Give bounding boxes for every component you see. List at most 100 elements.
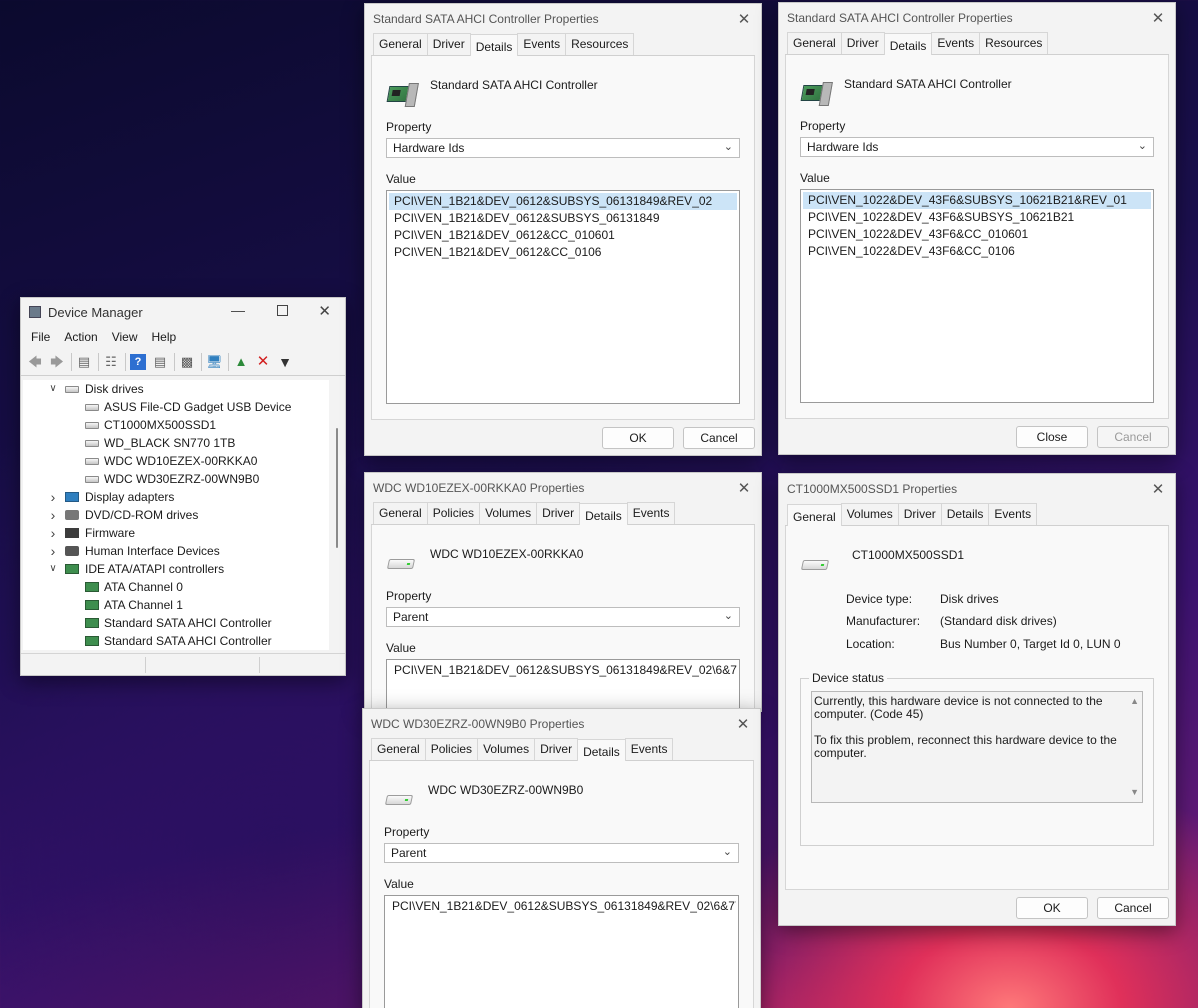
value-item[interactable]: PCI\VEN_1B21&DEV_0612&SUBSYS_06131849 <box>389 210 737 227</box>
properties-icon[interactable]: ☷ <box>103 354 119 370</box>
minimize-icon[interactable]: — <box>231 302 245 318</box>
tab-details[interactable]: Details <box>577 739 626 761</box>
titlebar[interactable]: WDC WD10EZEX-00RKKA0 Properties ✕ <box>365 473 761 503</box>
tree-device[interactable]: WDC WD30EZRZ-00WN9B0 <box>23 470 329 488</box>
tab-general[interactable]: General <box>787 504 842 526</box>
device-status-text[interactable]: Currently, this hardware device is not c… <box>811 691 1143 803</box>
close-icon[interactable]: ✕ <box>737 479 751 497</box>
tree-device[interactable]: CT1000MX500SSD1 <box>23 416 329 434</box>
titlebar[interactable]: Standard SATA AHCI Controller Properties… <box>365 4 761 34</box>
cancel-button[interactable]: Cancel <box>1097 897 1169 919</box>
chevron-down-icon[interactable]: ∨ <box>47 380 59 398</box>
tab-resources[interactable]: Resources <box>979 32 1049 54</box>
ok-button[interactable]: OK <box>1016 897 1088 919</box>
close-icon[interactable]: ✕ <box>1151 9 1165 27</box>
chevron-right-icon[interactable]: › <box>47 488 59 506</box>
menu-file[interactable]: File <box>31 330 50 344</box>
value-list[interactable]: PCI\VEN_1022&DEV_43F6&SUBSYS_10621B21&RE… <box>800 189 1154 403</box>
tab-volumes[interactable]: Volumes <box>840 503 899 525</box>
device-manager-titlebar[interactable]: Device Manager — ✕ <box>21 298 345 326</box>
uninstall-device-icon[interactable]: ✕ <box>255 353 271 370</box>
value-item[interactable]: PCI\VEN_1022&DEV_43F6&CC_0106 <box>803 243 1151 260</box>
action-pane-icon[interactable]: ▤ <box>152 354 168 370</box>
titlebar[interactable]: CT1000MX500SSD1 Properties ✕ <box>779 474 1175 504</box>
value-item[interactable]: PCI\VEN_1022&DEV_43F6&SUBSYS_10621B21&RE… <box>803 192 1151 209</box>
close-icon[interactable]: ✕ <box>318 302 331 320</box>
tab-events[interactable]: Events <box>626 502 676 524</box>
tab-events[interactable]: Events <box>624 738 674 760</box>
device-tree[interactable]: ∨ Disk drives ASUS File-CD Gadget USB Devi… <box>23 380 329 650</box>
tab-driver[interactable]: Driver <box>536 502 581 524</box>
close-icon[interactable]: ✕ <box>736 715 750 733</box>
tab-details[interactable]: Details <box>883 33 933 55</box>
status-scrollbar[interactable]: ▲ ▼ <box>1126 692 1142 802</box>
tree-device[interactable]: ATA Channel 1 <box>23 596 329 614</box>
property-dropdown[interactable]: Hardware Ids ⌄ <box>386 138 740 158</box>
value-item[interactable]: PCI\VEN_1B21&DEV_0612&SUBSYS_06131849&RE… <box>389 193 737 210</box>
tree-device[interactable]: Standard SATA AHCI Controller <box>23 614 329 632</box>
tab-driver[interactable]: Driver <box>897 503 942 525</box>
tree-device[interactable]: WD_BLACK SN770 1TB <box>23 434 329 452</box>
value-list[interactable]: PCI\VEN_1B21&DEV_0612&SUBSYS_06131849&RE… <box>384 895 739 1008</box>
close-icon[interactable]: ✕ <box>737 10 751 28</box>
tree-device[interactable]: ASUS File-CD Gadget USB Device <box>23 398 329 416</box>
tab-general[interactable]: General <box>787 32 842 54</box>
download-icon[interactable]: ▼ <box>277 354 293 370</box>
value-item[interactable]: PCI\VEN_1B21&DEV_0612&SUBSYS_06131849&RE… <box>387 898 736 915</box>
tab-details[interactable]: Details <box>469 34 519 56</box>
menu-view[interactable]: View <box>112 330 138 344</box>
chevron-right-icon[interactable]: › <box>47 524 59 542</box>
close-icon[interactable]: ✕ <box>1151 480 1165 498</box>
tree-category[interactable]: › DVD/CD-ROM drives <box>23 506 329 524</box>
tab-general[interactable]: General <box>371 738 426 760</box>
update-driver-icon[interactable]: ▩ <box>179 354 195 370</box>
tab-details[interactable]: Details <box>579 503 628 525</box>
property-dropdown[interactable]: Hardware Ids ⌄ <box>800 137 1154 157</box>
tree-scrollbar[interactable] <box>331 380 343 650</box>
value-item[interactable]: PCI\VEN_1B21&DEV_0612&CC_010601 <box>389 227 737 244</box>
tree-category[interactable]: ∨ Disk drives <box>23 380 329 398</box>
tab-general[interactable]: General <box>373 33 428 55</box>
scrollbar-thumb[interactable] <box>336 428 338 548</box>
value-item[interactable]: PCI\VEN_1022&DEV_43F6&CC_010601 <box>803 226 1151 243</box>
tab-driver[interactable]: Driver <box>534 738 579 760</box>
property-dropdown[interactable]: Parent ⌄ <box>384 843 739 863</box>
tree-category[interactable]: › Human Interface Devices <box>23 542 329 560</box>
ok-button[interactable]: OK <box>602 427 674 449</box>
tree-device[interactable]: Standard SATA AHCI Controller <box>23 632 329 650</box>
tab-policies[interactable]: Policies <box>426 502 481 524</box>
console-tree-icon[interactable]: ▤ <box>76 354 92 370</box>
titlebar[interactable]: WDC WD30EZRZ-00WN9B0 Properties ✕ <box>363 709 760 739</box>
tree-device[interactable]: WDC WD10EZEX-00RKKA0 <box>23 452 329 470</box>
scroll-up-icon[interactable]: ▲ <box>1130 695 1139 708</box>
menu-action[interactable]: Action <box>64 330 97 344</box>
menu-help[interactable]: Help <box>152 330 177 344</box>
back-arrow-icon[interactable]: 🡄 <box>27 354 43 370</box>
close-button[interactable]: Close <box>1016 426 1088 448</box>
add-driver-icon[interactable]: ▲ <box>233 354 249 370</box>
tab-resources[interactable]: Resources <box>565 33 635 55</box>
value-item[interactable]: PCI\VEN_1022&DEV_43F6&SUBSYS_10621B21 <box>803 209 1151 226</box>
tree-category[interactable]: › Firmware <box>23 524 329 542</box>
scan-hardware-icon[interactable]: 🖥 <box>206 354 223 370</box>
value-item[interactable]: PCI\VEN_1B21&DEV_0612&CC_0106 <box>389 244 737 261</box>
tab-events[interactable]: Events <box>988 503 1038 525</box>
help-icon[interactable]: ? <box>130 353 146 370</box>
tab-volumes[interactable]: Volumes <box>479 502 538 524</box>
value-list[interactable]: PCI\VEN_1B21&DEV_0612&SUBSYS_06131849&RE… <box>386 659 740 711</box>
cancel-button[interactable]: Cancel <box>683 427 755 449</box>
property-dropdown[interactable]: Parent ⌄ <box>386 607 740 627</box>
tab-details[interactable]: Details <box>940 503 990 525</box>
tree-device[interactable]: ATA Channel 0 <box>23 578 329 596</box>
chevron-right-icon[interactable]: › <box>47 506 59 524</box>
forward-arrow-icon[interactable]: 🡆 <box>49 354 65 370</box>
chevron-down-icon[interactable]: ∨ <box>47 560 59 578</box>
scroll-down-icon[interactable]: ▼ <box>1130 786 1139 799</box>
tab-driver[interactable]: Driver <box>426 33 471 55</box>
titlebar[interactable]: Standard SATA AHCI Controller Properties… <box>779 3 1175 33</box>
value-item[interactable]: PCI\VEN_1B21&DEV_0612&SUBSYS_06131849&RE… <box>389 662 737 679</box>
tree-category[interactable]: ∨ IDE ATA/ATAPI controllers <box>23 560 329 578</box>
tab-volumes[interactable]: Volumes <box>477 738 536 760</box>
tab-driver[interactable]: Driver <box>840 32 885 54</box>
maximize-icon[interactable] <box>277 305 288 316</box>
